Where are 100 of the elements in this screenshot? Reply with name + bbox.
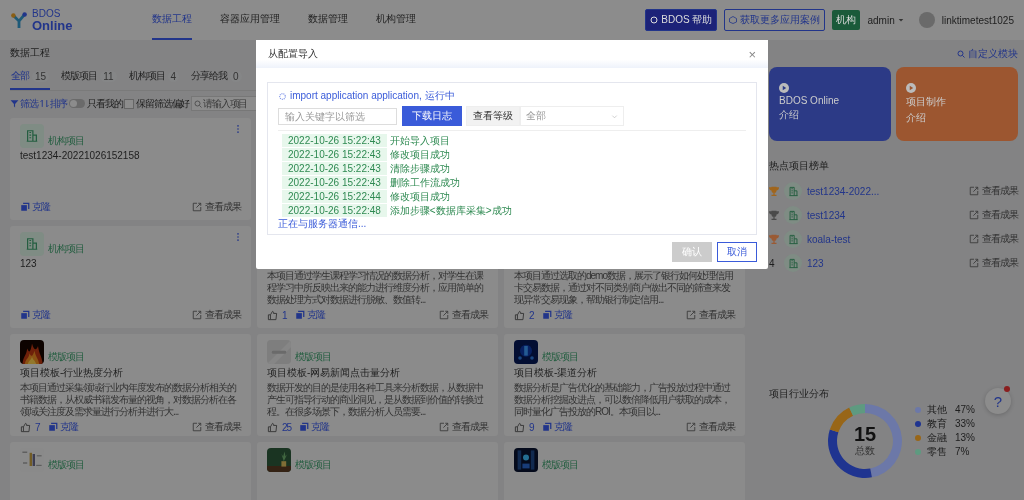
legend-label: 教育 xyxy=(927,416,948,431)
view-results-link[interactable]: 查看成果 xyxy=(969,208,1018,222)
nav-tab[interactable]: 数据工程 xyxy=(152,0,192,40)
import-status: import application application, 运行中 xyxy=(290,89,455,103)
project-tag: 机构项目 xyxy=(48,134,84,148)
checkbox-label: 保留筛选偏好 xyxy=(136,96,190,111)
play-icon xyxy=(906,83,916,93)
legend-percent: 47% xyxy=(955,404,975,415)
thumbs-up-icon xyxy=(267,421,278,433)
project-link[interactable]: test1234-2022... xyxy=(807,185,880,197)
filter-tab[interactable]: 机构项目 4 xyxy=(127,66,181,90)
filter-tab[interactable]: 模版项目 11 xyxy=(60,66,118,90)
download-log-button[interactable]: 下载日志 xyxy=(402,106,462,126)
project-description: 数据分析是广告优化的基础能力，广告投放过程中通过数据分析挖掘改进点，可以数倍降低用户获取的成本，同时量化广告投放的ROI。本项目以... xyxy=(514,382,732,418)
user-menu[interactable]: admin xyxy=(867,14,904,26)
external-link-icon xyxy=(969,258,979,268)
view-results-link[interactable]: 查看成果 xyxy=(969,184,1018,198)
view-results-link[interactable]: 查看成果 xyxy=(192,308,241,322)
clone-link[interactable]: 克隆 xyxy=(541,308,572,322)
project-card[interactable]: 模版项目 xyxy=(10,442,251,500)
project-link[interactable]: test1234 xyxy=(807,209,846,221)
view-results-link[interactable]: 查看成果 xyxy=(969,232,1018,246)
copy-icon xyxy=(294,310,305,320)
banner-subtitle: 介绍 xyxy=(906,111,927,125)
external-link-icon xyxy=(969,210,979,220)
cancel-button[interactable]: 取消 xyxy=(717,242,757,262)
external-link-icon xyxy=(439,422,449,432)
project-card[interactable]: 模版项目 项目模板-渠道分析 数据分析是广告优化的基础能力，广告投放过程中通过数据分析挖掘改进点，可以数倍降低用户获取的成本，同时量化广告投放的ROI。本项目以... 9 克隆 查看成果 xyxy=(504,334,745,436)
legend-percent: 7% xyxy=(955,446,970,457)
clone-link[interactable]: 克隆 xyxy=(20,308,50,322)
chevron-down-icon xyxy=(611,112,618,120)
help-float-button[interactable]: ? xyxy=(985,388,1011,414)
copy-icon xyxy=(20,310,30,320)
banner-title: BDOS Online xyxy=(779,95,841,106)
view-results-link[interactable]: 查看成果 xyxy=(192,200,241,214)
log-message: 开始导入项目 xyxy=(389,134,450,147)
like-count: 9 xyxy=(529,421,534,433)
project-card[interactable]: 机构项目 test1234-20221026152158 克隆 查看成果 xyxy=(10,118,251,220)
clone-link[interactable]: 克隆 xyxy=(299,420,330,434)
log-message: 修改项目成功 xyxy=(389,190,450,203)
search-icon xyxy=(957,50,965,58)
mine-toggle[interactable] xyxy=(69,99,86,108)
view-results-link[interactable]: 查看成果 xyxy=(686,308,735,322)
project-tag: 模版项目 xyxy=(542,458,578,472)
nav-tab[interactable]: 机构管理 xyxy=(376,0,416,40)
more-icon xyxy=(235,232,241,242)
clone-link[interactable]: 克隆 xyxy=(20,200,50,214)
project-card[interactable]: 模版项目 xyxy=(504,442,745,500)
intro-banner[interactable]: 项目制作 介绍 xyxy=(896,67,1018,141)
customize-link[interactable]: 自定义模块 xyxy=(957,47,1018,61)
banner-subtitle: 介绍 xyxy=(779,108,800,122)
view-results-link[interactable]: 查看成果 xyxy=(439,308,488,322)
building-icon xyxy=(787,185,799,197)
avatar[interactable] xyxy=(918,12,935,28)
legend-label: 其他 xyxy=(927,402,948,417)
more-icon xyxy=(235,124,241,134)
project-card[interactable]: 模版项目 项目模板-网易新闻点击量分析 数据开发的目的是使用各种工具来分析数据，从数据中产生可指导行动的商业洞见，是从数据到价值的转换过程。在很多场景下，数据分析人员需要... 25 克隆 查看成果 xyxy=(257,334,498,436)
project-link[interactable]: 123 xyxy=(807,257,824,269)
clone-link[interactable]: 克隆 xyxy=(47,420,78,434)
filter-tab[interactable]: 分享给我 0 xyxy=(190,66,243,90)
clone-link[interactable]: 克隆 xyxy=(541,420,572,434)
view-results-link[interactable]: 查看成果 xyxy=(439,420,488,434)
level-select[interactable]: 全部 xyxy=(520,106,624,126)
project-description: 数据开发的目的是使用各种工具来分析数据，从数据中产生可指导行动的商业洞见，是从数据到价值的转换过程。在很多场景下，数据分析人员需要... xyxy=(267,382,485,418)
project-title: 123 xyxy=(20,258,38,269)
project-card[interactable]: 机构项目 123 克隆 查看成果 xyxy=(10,226,251,328)
filter-tab[interactable]: 全部 15 xyxy=(10,66,51,90)
external-link-icon xyxy=(192,422,202,432)
toggle-label: 只看我的 xyxy=(87,96,123,111)
sort-icon xyxy=(39,99,49,108)
nav-tab[interactable]: 容器应用管理 xyxy=(220,0,280,40)
project-title: 项目模板-网易新闻点击量分析 xyxy=(267,366,402,380)
building-icon xyxy=(787,209,799,221)
total-count: 15 xyxy=(853,424,877,444)
view-results-link[interactable]: 查看成果 xyxy=(686,420,735,434)
project-description: 本项目通过选取的demo数据，展示了银行如何处理信用卡交易数据，通过对不同类别商户做出不同的筛查来发现异常交易现象，帮助银行制定信用... xyxy=(514,270,734,306)
view-results-link[interactable]: 查看成果 xyxy=(969,256,1018,270)
view-results-link[interactable]: 查看成果 xyxy=(192,420,241,434)
intro-banner[interactable]: BDOS Online 介绍 xyxy=(769,67,891,141)
search-field[interactable]: 请输入项目 xyxy=(191,96,258,111)
legend-percent: 33% xyxy=(955,418,975,429)
sort-button[interactable]: 排序 xyxy=(39,96,68,111)
keep-checkbox[interactable] xyxy=(124,98,135,109)
play-icon xyxy=(779,83,789,93)
building-icon xyxy=(25,129,39,143)
project-title: test1234-20221026152158 xyxy=(20,150,141,161)
project-tag: 模版项目 xyxy=(295,350,331,364)
nav-tab[interactable]: 数据管理 xyxy=(308,0,348,40)
close-button[interactable]: × xyxy=(748,46,756,62)
keyword-field[interactable]: 输入关键字以筛选 xyxy=(278,107,397,125)
clone-link[interactable]: 克隆 xyxy=(294,308,325,322)
external-link-icon xyxy=(686,422,696,432)
project-card[interactable]: 模版项目 项目模板-行业热度分析 本项目通过采集领域行业内年度发布的数据分析相关的书籍数据，从权威书籍发布量的视角，对数据分析在各领域关注度及需求量进行分析并进行大... 7 克隆 查看成果 xyxy=(10,334,251,436)
filter-button[interactable]: 筛选 xyxy=(10,96,38,111)
project-link[interactable]: koala-test xyxy=(807,233,851,245)
cases-button[interactable]: 获取更多应用案例 xyxy=(724,9,826,31)
like-count: 7 xyxy=(35,421,40,433)
help-button[interactable]: BDOS 帮助 xyxy=(645,9,718,31)
caret-icon xyxy=(897,17,904,23)
project-card[interactable]: 模版项目 xyxy=(257,442,498,500)
